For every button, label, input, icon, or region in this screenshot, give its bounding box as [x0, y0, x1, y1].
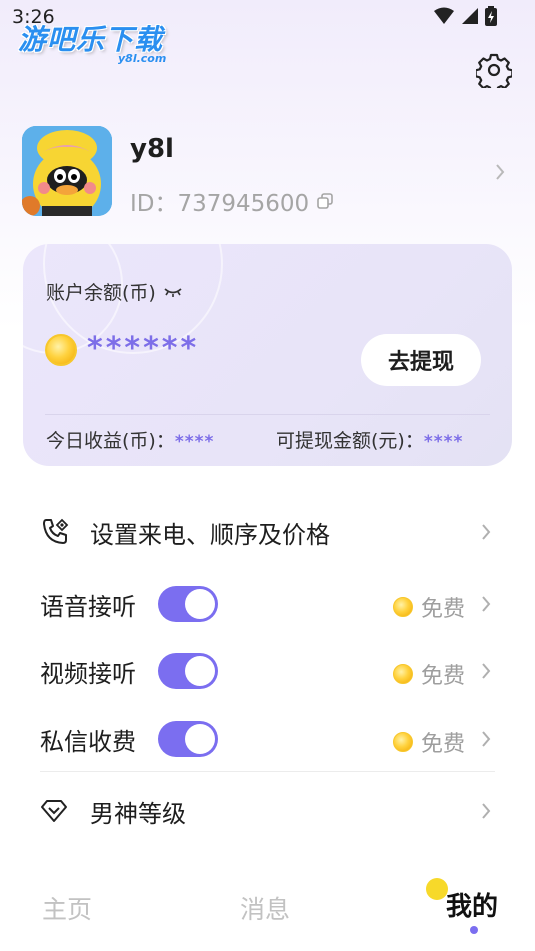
toggle-knob	[185, 724, 215, 754]
menu-message-fee: 私信收费 免费	[40, 720, 495, 758]
withdrawable-value: ****	[423, 432, 464, 452]
video-price[interactable]: 免费	[392, 658, 465, 690]
diamond-icon	[41, 800, 67, 822]
signal-icon	[462, 8, 478, 24]
menu-call-settings[interactable]: 设置来电、顺序及价格	[40, 512, 495, 552]
tab-active-indicator	[470, 926, 478, 934]
tab-active-blob	[426, 878, 448, 900]
message-fee-label: 私信收费	[40, 727, 136, 756]
user-id: ID：737945600	[130, 191, 310, 217]
tab-mine[interactable]: 我的	[446, 886, 498, 923]
voice-answer-toggle[interactable]	[158, 586, 218, 622]
voice-price[interactable]: 免费	[392, 591, 465, 623]
toggle-knob	[185, 656, 215, 686]
video-price-value: 免费	[420, 664, 465, 689]
balance-value-row: ******	[45, 330, 200, 366]
gear-icon	[474, 53, 514, 93]
user-name: y8l	[130, 134, 174, 164]
chevron-right-icon	[482, 524, 491, 540]
bottom-tab-bar: 主页 消息 我的	[0, 870, 535, 951]
coin-icon	[392, 732, 413, 752]
voice-answer-label: 语音接听	[40, 592, 136, 621]
call-settings-label: 设置来电、顺序及价格	[90, 520, 330, 549]
chevron-right-icon	[482, 731, 491, 747]
tab-home[interactable]: 主页	[42, 890, 92, 926]
wifi-icon	[434, 7, 454, 24]
menu-level[interactable]: 男神等级	[40, 792, 495, 830]
avatar[interactable]	[22, 126, 112, 216]
withdraw-button[interactable]: 去提现	[361, 334, 481, 386]
message-price-value: 免费	[420, 732, 465, 757]
battery-icon	[485, 6, 497, 26]
eye-closed-icon[interactable]	[164, 286, 182, 298]
balance-label-row: 账户余额(币)	[46, 278, 182, 305]
today-earnings: 今日收益(币)：****	[46, 426, 214, 453]
today-earnings-label: 今日收益(币)：	[46, 430, 175, 452]
video-answer-label: 视频接听	[40, 659, 136, 688]
withdrawable-label: 可提现金额(元)：	[276, 430, 424, 452]
balance-card: 账户余额(币) ****** 去提现 今日收益(币)：**** 可提现金额(元)…	[23, 244, 512, 466]
copy-icon[interactable]	[317, 193, 334, 209]
voice-price-value: 免费	[420, 597, 465, 622]
menu-video-answer: 视频接听 免费	[40, 652, 495, 690]
chevron-right-icon	[482, 663, 491, 679]
chevron-right-icon	[496, 164, 505, 180]
withdrawable-amount: 可提现金额(元)：****	[276, 426, 463, 453]
toggle-knob	[185, 589, 215, 619]
coin-icon	[392, 597, 413, 617]
today-earnings-value: ****	[174, 432, 215, 452]
level-label: 男神等级	[90, 799, 186, 828]
profile-section[interactable]: y8l ID：737945600	[22, 126, 512, 218]
card-divider	[45, 414, 490, 415]
chevron-right-icon	[482, 803, 491, 819]
balance-label: 账户余额(币)	[46, 282, 156, 304]
status-icons	[433, 6, 497, 26]
tab-messages[interactable]: 消息	[240, 890, 290, 926]
menu-divider	[40, 771, 495, 772]
watermark-sub: y8l.com	[118, 52, 167, 65]
message-fee-toggle[interactable]	[158, 721, 218, 757]
message-price[interactable]: 免费	[392, 726, 465, 758]
chevron-right-icon	[482, 596, 491, 612]
coin-icon	[45, 334, 77, 366]
avatar-duck-image	[22, 126, 112, 216]
menu-voice-answer: 语音接听 免费	[40, 585, 495, 623]
video-answer-toggle[interactable]	[158, 653, 218, 689]
coin-icon	[392, 664, 413, 684]
phone-settings-icon	[43, 518, 69, 544]
user-id-row: ID：737945600	[130, 184, 334, 218]
settings-button[interactable]	[474, 52, 514, 93]
balance-value: ******	[87, 330, 200, 366]
watermark-logo: 游吧乐下载 y8l.com	[18, 18, 188, 66]
